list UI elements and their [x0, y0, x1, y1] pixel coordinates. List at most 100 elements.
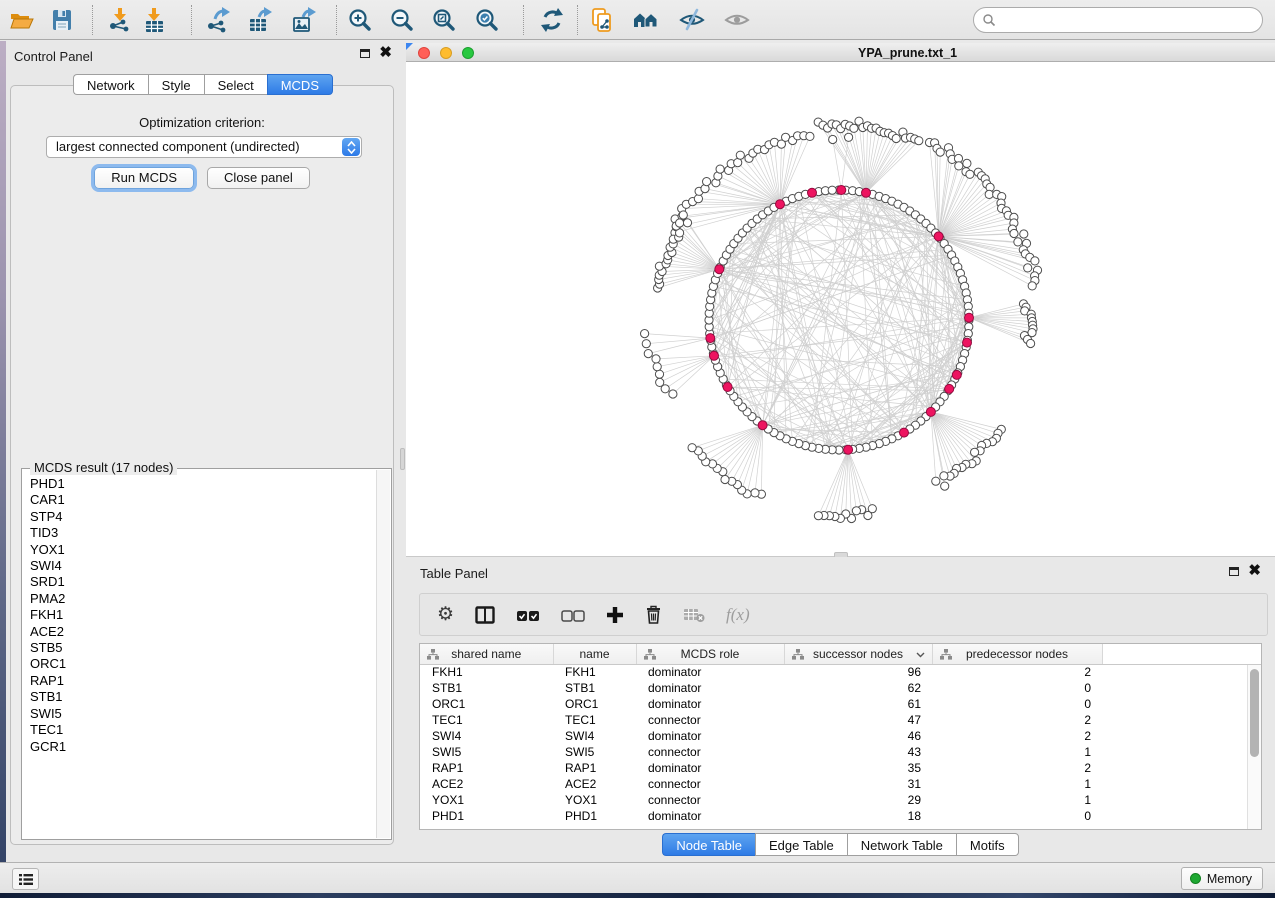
search-box[interactable]: [973, 7, 1263, 33]
table-row[interactable]: TEC1TEC1connector472: [420, 712, 1261, 728]
tab-style[interactable]: Style: [148, 74, 204, 95]
mcds-result-item[interactable]: PMA2: [30, 591, 376, 607]
mcds-result-item[interactable]: ACE2: [30, 624, 376, 640]
column-header-successor-nodes[interactable]: successor nodes: [784, 644, 932, 664]
open-session-icon[interactable]: [9, 7, 35, 33]
cell-successor-nodes[interactable]: 96: [784, 664, 932, 680]
cell-name[interactable]: ACE2: [553, 776, 636, 792]
mcds-result-item[interactable]: STP4: [30, 509, 376, 525]
tab-node-table[interactable]: Node Table: [662, 833, 755, 856]
task-history-button[interactable]: [12, 868, 39, 890]
table-row[interactable]: PHD1PHD1dominator180: [420, 808, 1261, 824]
cell-shared-name[interactable]: YOX1: [420, 792, 553, 808]
mcds-result-item[interactable]: SWI5: [30, 706, 376, 722]
delete-columns-icon[interactable]: [645, 604, 662, 626]
cell-name[interactable]: PHD1: [553, 808, 636, 824]
cell-name[interactable]: YOX1: [553, 792, 636, 808]
mcds-result-item[interactable]: TID3: [30, 525, 376, 541]
function-builder-icon[interactable]: f(x): [726, 604, 750, 626]
cell-name[interactable]: SWI4: [553, 728, 636, 744]
export-network-icon[interactable]: [205, 7, 231, 33]
cell-successor-nodes[interactable]: 62: [784, 680, 932, 696]
cell-successor-nodes[interactable]: 47: [784, 712, 932, 728]
cell-shared-name[interactable]: TEC1: [420, 712, 553, 728]
cell-name[interactable]: STB1: [553, 680, 636, 696]
mcds-result-item[interactable]: TEC1: [30, 722, 376, 738]
cell-name[interactable]: FKH1: [553, 664, 636, 680]
run-mcds-button[interactable]: Run MCDS: [94, 167, 194, 189]
clone-network-icon[interactable]: [589, 7, 615, 33]
mcds-result-item[interactable]: PHD1: [30, 476, 376, 492]
cell-mcds-role[interactable]: connector: [636, 792, 784, 808]
deselect-all-icon[interactable]: [561, 604, 585, 626]
cell-successor-nodes[interactable]: 35: [784, 760, 932, 776]
neighbor-select-icon[interactable]: [633, 7, 659, 33]
mcds-result-item[interactable]: RAP1: [30, 673, 376, 689]
cell-mcds-role[interactable]: dominator: [636, 664, 784, 680]
splitter-handle[interactable]: [400, 448, 405, 470]
table-row[interactable]: YOX1YOX1connector291: [420, 792, 1261, 808]
cell-predecessor-nodes[interactable]: 0: [932, 808, 1102, 824]
cell-name[interactable]: ORC1: [553, 696, 636, 712]
cell-shared-name[interactable]: ORC1: [420, 696, 553, 712]
column-header-name[interactable]: name: [553, 644, 636, 664]
search-input[interactable]: [996, 10, 1262, 30]
show-all-icon[interactable]: [724, 7, 750, 33]
cell-name[interactable]: SWI5: [553, 744, 636, 760]
cell-successor-nodes[interactable]: 46: [784, 728, 932, 744]
tab-select[interactable]: Select: [204, 74, 267, 95]
zoom-in-icon[interactable]: [347, 7, 373, 33]
mcds-result-item[interactable]: YOX1: [30, 542, 376, 558]
import-network-icon[interactable]: [107, 7, 133, 33]
cell-mcds-role[interactable]: dominator: [636, 808, 784, 824]
memory-button[interactable]: Memory: [1181, 867, 1263, 890]
cell-predecessor-nodes[interactable]: 2: [932, 760, 1102, 776]
save-session-icon[interactable]: [49, 7, 75, 33]
cell-shared-name[interactable]: SWI4: [420, 728, 553, 744]
criterion-dropdown[interactable]: largest connected component (undirected): [46, 136, 362, 158]
tab-motifs[interactable]: Motifs: [956, 833, 1019, 856]
mcds-result-list[interactable]: PHD1CAR1STP4TID3YOX1SWI4SRD1PMA2FKH1ACE2…: [23, 476, 376, 838]
cell-predecessor-nodes[interactable]: 0: [932, 696, 1102, 712]
table-scrollbar[interactable]: [1247, 665, 1261, 829]
mcds-result-item[interactable]: STB5: [30, 640, 376, 656]
table-row[interactable]: ORC1ORC1dominator610: [420, 696, 1261, 712]
cell-predecessor-nodes[interactable]: 0: [932, 680, 1102, 696]
table-row[interactable]: ACE2ACE2connector311: [420, 776, 1261, 792]
cell-shared-name[interactable]: STB1: [420, 680, 553, 696]
table-row[interactable]: SWI5SWI5connector431: [420, 744, 1261, 760]
cell-mcds-role[interactable]: connector: [636, 712, 784, 728]
float-panel-icon[interactable]: [360, 49, 370, 58]
cell-successor-nodes[interactable]: 29: [784, 792, 932, 808]
show-hide-columns-icon[interactable]: [475, 604, 495, 626]
cell-shared-name[interactable]: PHD1: [420, 808, 553, 824]
cell-shared-name[interactable]: ACE2: [420, 776, 553, 792]
cell-successor-nodes[interactable]: 18: [784, 808, 932, 824]
column-header-predecessor-nodes[interactable]: predecessor nodes: [932, 644, 1102, 664]
zoom-selected-icon[interactable]: [474, 7, 500, 33]
delete-table-icon[interactable]: [683, 604, 705, 626]
mcds-result-item[interactable]: CAR1: [30, 492, 376, 508]
zoom-out-icon[interactable]: [389, 7, 415, 33]
network-titlebar[interactable]: YPA_prune.txt_1: [406, 43, 1275, 62]
cell-mcds-role[interactable]: connector: [636, 744, 784, 760]
mcds-result-item[interactable]: GCR1: [30, 739, 376, 755]
cell-shared-name[interactable]: RAP1: [420, 760, 553, 776]
mcds-result-item[interactable]: SWI4: [30, 558, 376, 574]
zoom-fit-icon[interactable]: [431, 7, 457, 33]
table-scrollbar-thumb[interactable]: [1250, 669, 1259, 757]
tab-mcds[interactable]: MCDS: [267, 74, 333, 95]
cell-predecessor-nodes[interactable]: 2: [932, 664, 1102, 680]
cell-mcds-role[interactable]: dominator: [636, 760, 784, 776]
select-all-icon[interactable]: [516, 604, 540, 626]
close-window-icon[interactable]: [418, 47, 430, 59]
export-table-icon[interactable]: [247, 7, 273, 33]
refresh-layout-icon[interactable]: [539, 7, 565, 33]
table-mode-icon[interactable]: ⚙: [437, 604, 454, 626]
tab-network[interactable]: Network: [73, 74, 148, 95]
cell-name[interactable]: TEC1: [553, 712, 636, 728]
mcds-result-item[interactable]: ORC1: [30, 656, 376, 672]
float-panel-icon[interactable]: [1229, 567, 1239, 576]
cell-shared-name[interactable]: SWI5: [420, 744, 553, 760]
cell-predecessor-nodes[interactable]: 2: [932, 728, 1102, 744]
